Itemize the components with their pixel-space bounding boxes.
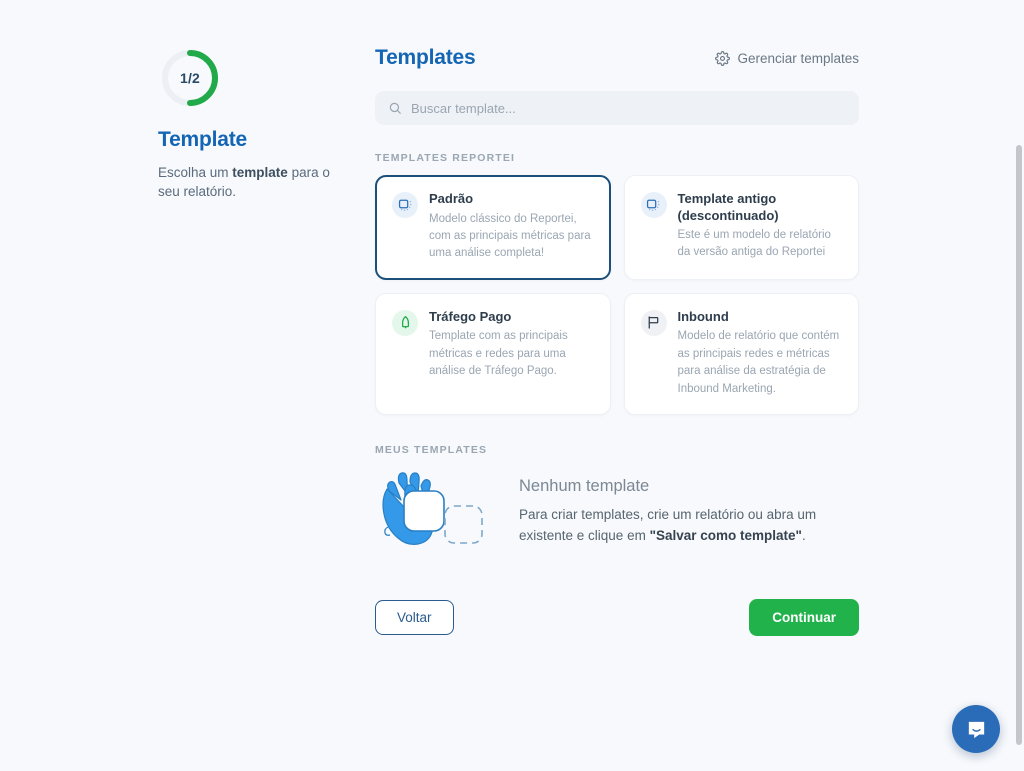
empty-state-title: Nenhum template	[519, 477, 650, 496]
template-card-antigo[interactable]: Template antigo (descontinuado) Este é u…	[623, 175, 859, 280]
step-description-part1: Escolha um	[158, 165, 233, 180]
step-progress-label: 1/2	[179, 70, 201, 86]
empty-text-emphasis: "Salvar como template"	[649, 528, 802, 544]
monitor-dots-icon	[392, 192, 418, 218]
step-description: Escolha um template para o seu relatório…	[158, 163, 344, 201]
hand-holding-card-illustration	[375, 467, 487, 557]
search-input[interactable]	[411, 100, 846, 116]
page-title: Templates	[375, 46, 476, 69]
empty-state-copy: Nenhum template Para criar templates, cr…	[519, 477, 849, 547]
template-description: Template com as principais métricas e re…	[429, 330, 568, 378]
template-card-trafego-pago[interactable]: Tráfego Pago Template com as principais …	[375, 292, 611, 416]
monitor-dots-icon	[640, 192, 667, 218]
template-name: Template antigo (descontinuado)	[677, 191, 779, 223]
step-description-emphasis: template	[232, 165, 288, 180]
main-content: Templates Gerenciar templates Buscar tem…	[375, 46, 859, 637]
template-card-body: Template antigo (descontinuado) Este é u…	[678, 191, 843, 262]
template-description: Modelo clássico do Reportei, com as prin…	[429, 212, 591, 260]
search-icon	[388, 101, 402, 115]
template-card-padrao[interactable]: Padrão Modelo clássico do Reportei, com …	[375, 175, 611, 280]
back-button[interactable]: Voltar	[375, 600, 454, 636]
page-scrollbar-track[interactable]	[1016, 145, 1022, 771]
page-root: 1/2 Template Escolha um template para o …	[0, 0, 1024, 771]
section-label-reportei: TEMPLATES REPORTEI	[375, 152, 516, 164]
empty-text-part2: .	[801, 528, 806, 544]
template-card-body: Padrão Modelo clássico do Reportei, com …	[429, 191, 594, 263]
template-name: Padrão	[429, 191, 474, 206]
flag-icon	[640, 309, 667, 336]
rocket-icon	[392, 309, 418, 336]
manage-templates-label: Gerenciar templates	[737, 50, 859, 66]
continue-button[interactable]: Continuar	[749, 599, 859, 637]
template-card-body: Inbound Modelo de relatório que contém a…	[678, 309, 843, 398]
main-header: Templates Gerenciar templates	[375, 46, 859, 70]
wizard-footer: Voltar Continuar	[375, 599, 859, 637]
gear-icon	[715, 50, 731, 66]
template-name: Inbound	[677, 308, 729, 324]
template-description: Modelo de relatório que contém as princi…	[677, 330, 840, 395]
template-grid: Padrão Modelo clássico do Reportei, com …	[375, 175, 859, 416]
step-progress-ring: 1/2	[158, 46, 222, 110]
empty-state: Nenhum template Para criar templates, cr…	[375, 467, 859, 557]
chat-bubble-icon	[965, 718, 988, 741]
manage-templates-link[interactable]: Gerenciar templates	[715, 51, 859, 66]
template-card-body: Tráfego Pago Template com as principais …	[429, 309, 594, 381]
template-card-inbound[interactable]: Inbound Modelo de relatório que contém a…	[623, 292, 859, 416]
empty-state-text: Para criar templates, crie um relatório …	[519, 505, 849, 547]
chat-launcher-button[interactable]	[952, 705, 1000, 753]
section-label-mine: MEUS TEMPLATES	[375, 444, 488, 457]
template-description: Este é um modelo de relatório da versão …	[677, 229, 831, 259]
page-scrollbar-thumb[interactable]	[1016, 145, 1022, 745]
step-sidebar: 1/2 Template Escolha um template para o …	[158, 46, 344, 201]
template-name: Tráfego Pago	[429, 308, 512, 324]
search-bar[interactable]	[375, 91, 859, 125]
step-title: Template	[158, 128, 248, 151]
